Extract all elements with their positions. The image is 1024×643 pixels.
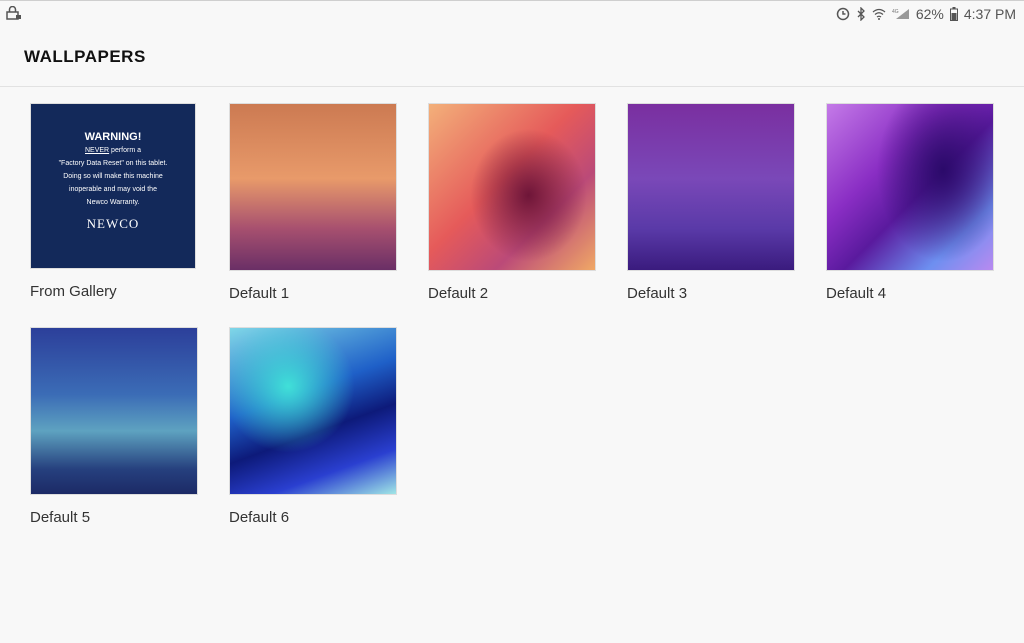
- page-title: WALLPAPERS: [24, 47, 146, 66]
- wallpaper-thumbnail: [30, 327, 198, 495]
- lock-bag-icon: [6, 5, 22, 23]
- wallpaper-default-5[interactable]: Default 5: [30, 327, 198, 526]
- gallery-thumbnail: WARNING! NEVER perform a "Factory Data R…: [30, 103, 196, 269]
- warning-line-2: "Factory Data Reset" on this tablet.: [58, 160, 168, 167]
- wallpaper-grid: WARNING! NEVER perform a "Factory Data R…: [0, 86, 1024, 643]
- battery-percent: 62%: [915, 6, 944, 22]
- wallpaper-thumbnail: [627, 103, 795, 271]
- wallpaper-default-2[interactable]: Default 2: [428, 103, 596, 302]
- bluetooth-icon: [856, 7, 866, 21]
- wallpaper-label: Default 5: [30, 509, 91, 526]
- app-header: WALLPAPERS: [0, 28, 1024, 87]
- wallpaper-label: Default 4: [826, 285, 887, 302]
- battery-icon: [949, 7, 958, 21]
- wallpaper-default-6[interactable]: Default 6: [229, 327, 397, 526]
- wallpaper-default-3[interactable]: Default 3: [627, 103, 795, 302]
- status-bar: 4G 62% 4:37 PM: [0, 0, 1024, 28]
- wallpaper-label: Default 2: [428, 285, 489, 302]
- warning-line-1: NEVER perform a: [84, 147, 142, 154]
- svg-text:4G: 4G: [892, 9, 899, 15]
- wallpaper-label: Default 6: [229, 509, 290, 526]
- wallpaper-thumbnail: [428, 103, 596, 271]
- newco-logo: NEWCO: [86, 216, 140, 231]
- wallpaper-thumbnail: [229, 103, 397, 271]
- sync-icon: [836, 7, 850, 21]
- warning-line-3: Doing so will make this machine: [63, 173, 163, 180]
- warning-line-4: inoperable and may void the: [69, 186, 157, 193]
- wifi-icon: [872, 8, 886, 20]
- lte-signal-icon: 4G: [892, 8, 910, 20]
- wallpaper-thumbnail: [229, 327, 397, 495]
- warning-line-5: Newco Warranty.: [86, 199, 140, 206]
- wallpaper-label: From Gallery: [30, 283, 117, 300]
- clock: 4:37 PM: [963, 6, 1016, 22]
- wallpaper-label: Default 3: [627, 285, 688, 302]
- wallpaper-default-1[interactable]: Default 1: [229, 103, 397, 302]
- wallpaper-label: Default 1: [229, 285, 290, 302]
- warning-title: WARNING!: [84, 131, 142, 143]
- wallpaper-thumbnail: [826, 103, 994, 271]
- wallpaper-default-4[interactable]: Default 4: [826, 103, 994, 302]
- wallpaper-from-gallery[interactable]: WARNING! NEVER perform a "Factory Data R…: [30, 103, 198, 300]
